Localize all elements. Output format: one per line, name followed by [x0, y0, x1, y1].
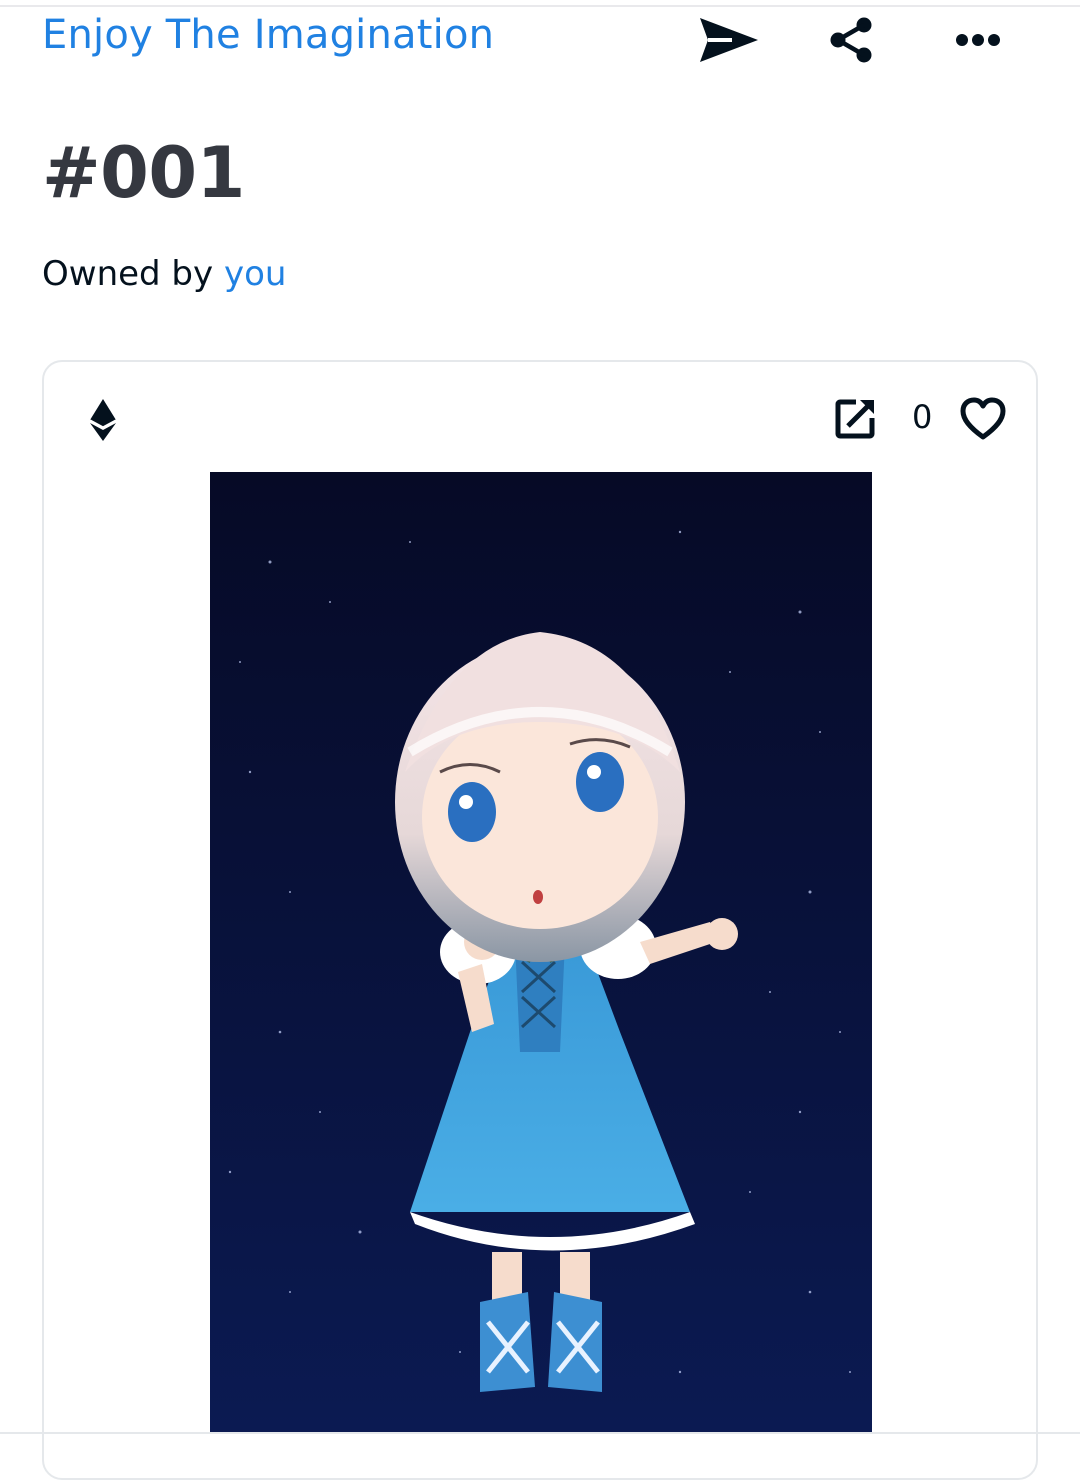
owner-line: Owned by you: [42, 254, 286, 294]
ethereum-icon: [88, 398, 118, 446]
nft-artwork[interactable]: [210, 472, 872, 1432]
bottom-divider: [0, 1432, 1080, 1434]
share-icon: [830, 17, 872, 63]
item-title: #001: [42, 132, 245, 214]
external-link-button[interactable]: [832, 394, 880, 442]
artwork-image: [210, 472, 872, 1432]
media-card: 0: [42, 360, 1038, 1480]
favorite-button[interactable]: [958, 394, 1008, 444]
open-in-new-icon: [835, 396, 878, 439]
send-icon: [700, 18, 758, 62]
media-card-header: 0: [44, 362, 1036, 472]
favorites-count: 0: [912, 398, 933, 436]
heart-outline-icon: [960, 397, 1006, 440]
more-horizontal-icon: [956, 34, 1000, 46]
more-button[interactable]: [948, 20, 1008, 60]
transfer-button[interactable]: [696, 12, 762, 68]
top-divider: [0, 5, 1080, 7]
share-button[interactable]: [826, 14, 878, 66]
header-actions: [690, 12, 1070, 68]
collection-link[interactable]: Enjoy The Imagination: [42, 12, 494, 58]
owned-by-label: Owned by: [42, 254, 214, 294]
owner-link[interactable]: you: [224, 254, 286, 294]
